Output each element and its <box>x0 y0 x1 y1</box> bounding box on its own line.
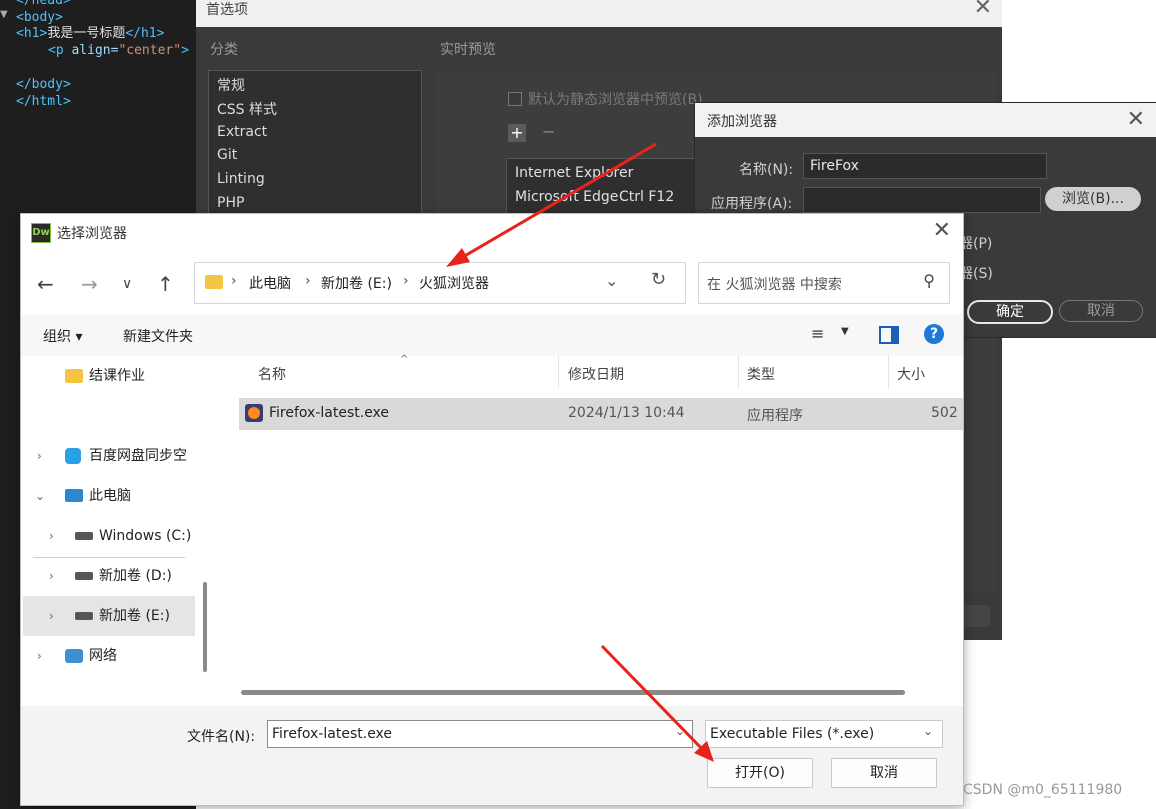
annotation-arrow-to-folder <box>446 142 657 267</box>
annotation-arrows <box>446 142 714 762</box>
annotation-arrow-to-open <box>600 644 714 762</box>
watermark: CSDN @m0_65111980 <box>963 782 1123 798</box>
